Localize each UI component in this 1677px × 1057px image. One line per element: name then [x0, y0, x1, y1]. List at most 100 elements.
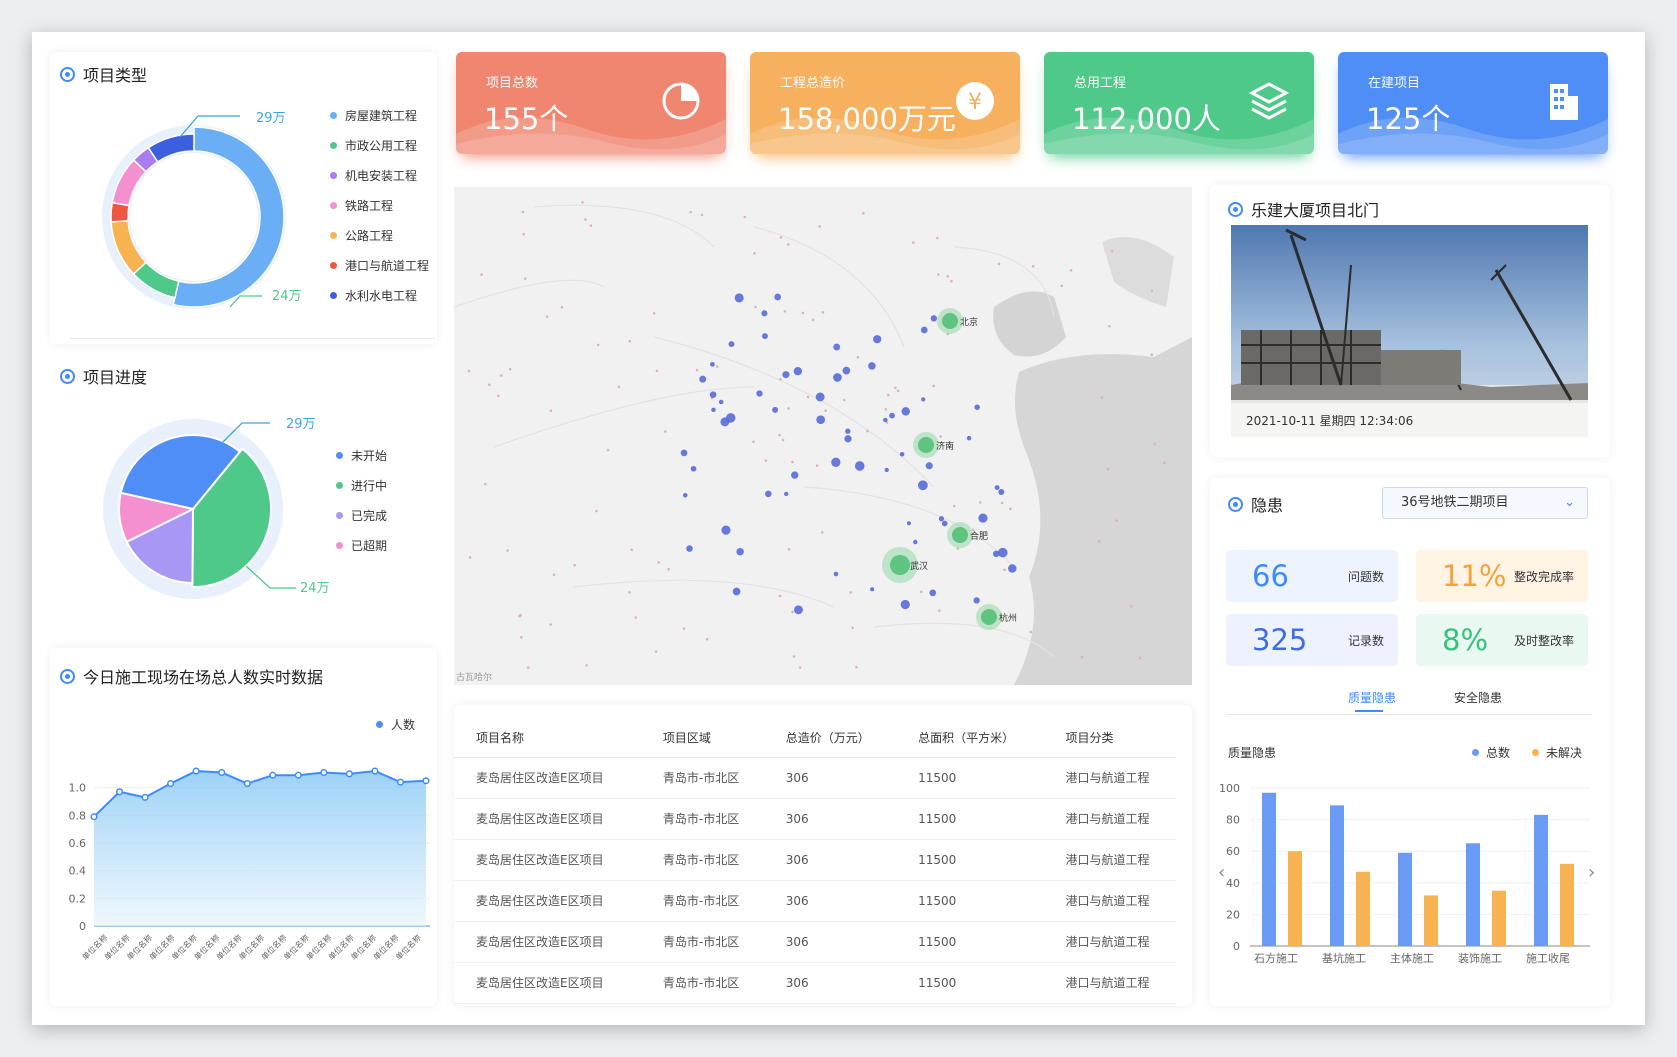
column-header: 项目区域 — [640, 719, 764, 758]
x-tick-label: 装饰施工 — [1458, 951, 1502, 965]
chevron-right-icon[interactable]: › — [1588, 862, 1595, 883]
realtime-legend: 人数 — [376, 716, 415, 733]
project-marker — [765, 490, 772, 498]
project-marker — [966, 435, 972, 441]
hazard-chart-legend: 总数 未解决 — [1472, 744, 1582, 761]
table-row[interactable]: 麦岛居住区改造E区项目 青岛市-市北区 306 11500 港口与航道工程 — [454, 798, 1176, 840]
table-cell: 306 — [763, 798, 897, 840]
target-icon — [1228, 496, 1243, 512]
kpi-value: 125个 — [1366, 102, 1451, 136]
hotspot-marker — [942, 313, 958, 329]
hotspot-marker — [918, 437, 934, 453]
camera-feed[interactable]: 2021-10-11 星期四 12:34:06 — [1231, 225, 1588, 437]
project-progress-legend: 未开始 进行中 已完成 已超期 — [336, 440, 387, 560]
project-table-card: 项目名称 项目区域 总造价（万元） 总面积（平方米） 项目分类 麦岛居住区改造E区项目青… — [454, 705, 1192, 1006]
project-marker — [794, 605, 803, 615]
x-tick-label: 施工收尾 — [1526, 951, 1570, 965]
data-point — [294, 771, 302, 779]
hazard-stat-4: 8% 及时整改率 — [1416, 614, 1588, 666]
stat-number: 8% — [1442, 623, 1489, 657]
project-marker — [782, 371, 790, 379]
project-table: 项目名称 项目区域 总造价（万元） 总面积（平方米） 项目分类 麦岛居住区改造E区项目青… — [454, 719, 1176, 1004]
legend-item: 铁路工程 — [330, 190, 429, 220]
y-tick-label: 0.2 — [69, 892, 87, 905]
kpi-label: 在建项目 — [1368, 76, 1421, 91]
kpi-label: 工程总造价 — [780, 76, 846, 91]
project-marker — [718, 399, 724, 405]
project-marker — [728, 341, 735, 348]
table-row[interactable]: 麦岛居住区改造E区项目 青岛市-市北区 306 11500 港口与航道工程 — [454, 880, 1176, 922]
table-cell: 306 — [763, 962, 897, 1004]
data-point — [269, 771, 277, 779]
project-marker — [973, 597, 980, 604]
x-tick-label: 基坑施工 — [1322, 951, 1366, 965]
chevron-left-icon[interactable]: ‹ — [1218, 862, 1225, 883]
kpi-card-1[interactable]: 项目总数 155个 — [456, 52, 726, 154]
building-icon — [1550, 84, 1578, 120]
table-cell: 港口与航道工程 — [1043, 798, 1176, 840]
legend-item: 总数 — [1472, 744, 1510, 761]
table-cell: 11500 — [896, 839, 1044, 881]
bar — [1398, 852, 1412, 946]
table-cell: 麦岛居住区改造E区项目 — [454, 880, 641, 922]
legend-item: 公路工程 — [330, 220, 429, 250]
svg-text:¥: ¥ — [968, 90, 982, 115]
target-icon — [60, 668, 75, 684]
kpi-card-4[interactable]: 在建项目 125个 — [1338, 52, 1608, 154]
y-tick-label: 0.6 — [69, 837, 87, 850]
tab-safety[interactable]: 安全隐患 — [1454, 689, 1502, 706]
bar — [1560, 863, 1574, 946]
table-row[interactable]: 麦岛居住区改造E区项目 青岛市-市北区 306 11500 港口与航道工程 — [454, 962, 1176, 1004]
tab-quality[interactable]: 质量隐患 — [1348, 689, 1396, 706]
data-point — [243, 779, 251, 788]
bar — [1356, 871, 1370, 946]
table-cell: 11500 — [896, 921, 1044, 963]
hazard-stat-2: 11% 整改完成率 — [1416, 550, 1588, 602]
project-marker — [920, 326, 928, 334]
project-marker — [873, 335, 882, 344]
data-point — [396, 778, 405, 786]
map-canvas: 北京济南合肥武汉杭州 — [454, 201, 1192, 685]
project-select[interactable]: 36号地铁二期项目 ⌄ — [1382, 487, 1588, 519]
data-point — [90, 813, 98, 821]
kpi-card-2[interactable]: 工程总造价 158,000万元 ¥ — [750, 52, 1020, 154]
data-point — [320, 768, 328, 777]
stat-label: 问题数 — [1347, 569, 1384, 584]
china-map[interactable]: 北京 济南 合肥 武汉 杭州 古瓦哈尔 — [454, 187, 1192, 685]
table-row[interactable]: 麦岛居住区改造E区项目 青岛市-市北区 306 11500 港口与航道工程 — [454, 839, 1176, 881]
bar — [1492, 890, 1506, 946]
hazard-stat-3: 325 记录数 — [1226, 614, 1398, 666]
bar — [1466, 843, 1480, 946]
y-tick-label: 100 — [1219, 782, 1240, 795]
project-marker — [833, 571, 839, 577]
bar — [1262, 792, 1276, 946]
city-label: 济南 — [936, 440, 954, 452]
kpi-card-3[interactable]: 总用工程 112,000人 — [1044, 52, 1314, 154]
layers-icon — [1248, 82, 1290, 120]
project-marker — [784, 491, 789, 497]
city-label: 杭州 — [999, 612, 1017, 624]
data-point — [115, 788, 124, 796]
project-marker — [736, 547, 744, 556]
table-row[interactable]: 麦岛居住区改造E区项目 青岛市-市北区 306 11500 港口与航道工程 — [454, 757, 1176, 799]
project-marker — [774, 293, 782, 301]
y-tick-label: 0.8 — [69, 809, 87, 822]
stat-label: 整改完成率 — [1513, 569, 1574, 584]
yen-coin-icon: ¥ — [956, 82, 994, 120]
table-cell: 港口与航道工程 — [1043, 962, 1176, 1004]
table-row[interactable]: 麦岛居住区改造E区项目 青岛市-市北区 306 11500 港口与航道工程 — [454, 921, 1176, 963]
project-marker — [844, 435, 852, 443]
column-header: 项目名称 — [454, 719, 641, 758]
pie-chart-icon — [662, 82, 700, 120]
legend-item: 未开始 — [336, 440, 387, 470]
project-marker — [870, 587, 875, 592]
project-marker — [884, 467, 889, 473]
table-cell: 11500 — [896, 798, 1044, 840]
project-marker — [761, 333, 768, 340]
project-marker — [732, 587, 741, 596]
project-marker — [974, 404, 980, 410]
table-cell: 青岛市-市北区 — [640, 921, 764, 963]
project-marker — [734, 293, 744, 303]
hazard-stat-1: 66 问题数 — [1226, 550, 1398, 602]
legend-item: 机电安装工程 — [330, 160, 429, 190]
